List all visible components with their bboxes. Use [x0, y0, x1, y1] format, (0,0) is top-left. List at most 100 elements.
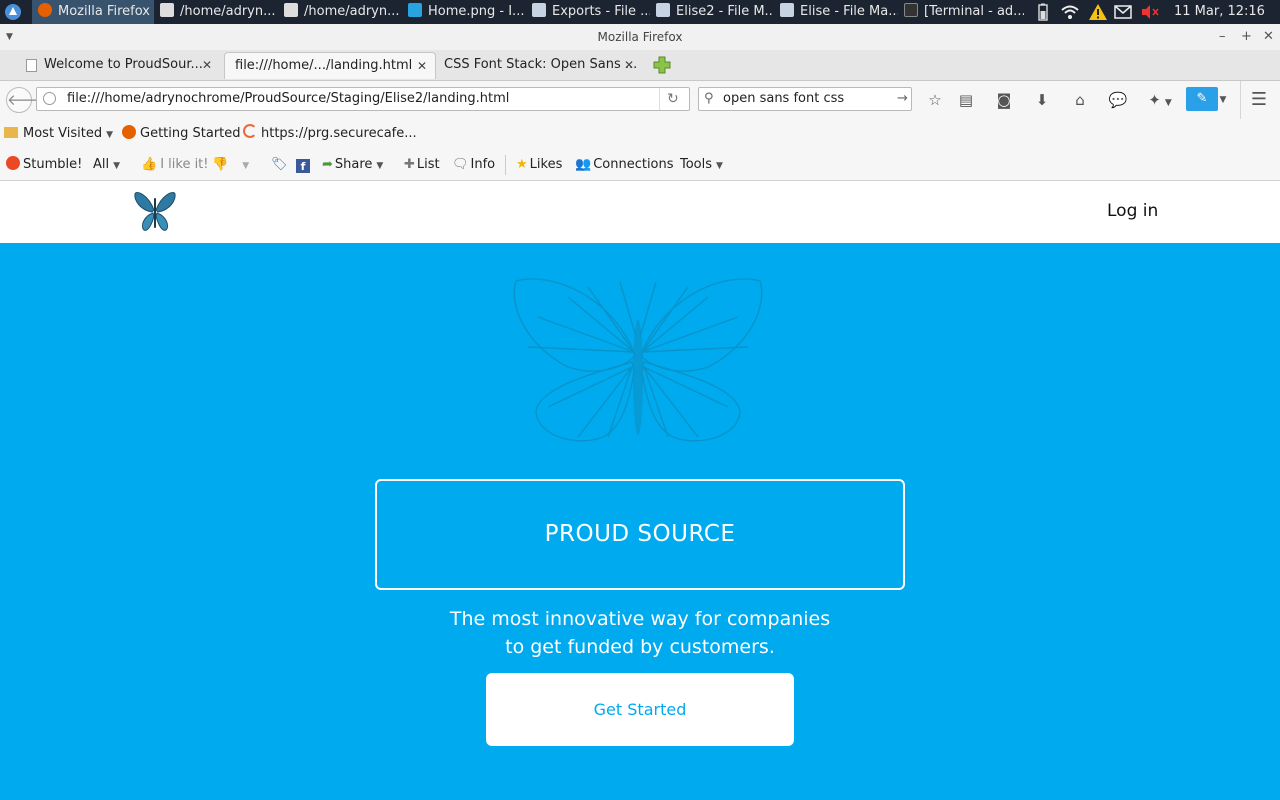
window-titlebar: ▼ Mozilla Firefox – + ✕: [0, 24, 1280, 51]
taskbar-item-editor-1[interactable]: /home/adryn...: [160, 0, 278, 24]
plus-icon: [653, 56, 671, 74]
minimize-button[interactable]: –: [1219, 24, 1226, 50]
list-button[interactable]: ✚ List: [404, 150, 440, 180]
chat-icon[interactable]: 💬: [1107, 89, 1129, 111]
reading-list-icon[interactable]: ▤: [955, 89, 977, 111]
dislike-button[interactable]: 👎 ▼: [212, 150, 249, 180]
stumble-all-dropdown[interactable]: All ▼: [93, 150, 120, 180]
tab-landing[interactable]: file:///home/.../landing.html ✕: [224, 52, 436, 79]
chevron-down-icon: ▼: [242, 161, 250, 171]
wifi-icon[interactable]: [1060, 0, 1084, 24]
warning-icon[interactable]: [1088, 0, 1110, 24]
bookmark-getting-started[interactable]: Getting Started: [122, 119, 241, 149]
taskbar-item-elise[interactable]: Elise - File Ma...: [780, 0, 898, 24]
people-icon: 👥: [575, 157, 592, 172]
firefox-icon: [122, 125, 136, 139]
stumbleupon-icon: [6, 156, 20, 170]
navigation-toolbar: 🡐 file:///home/adrynochrome/ProudSource/…: [0, 81, 1280, 119]
extension-icon[interactable]: ✦ ▼: [1143, 89, 1177, 111]
speech-bubble-icon: 🗨: [452, 157, 469, 172]
toolbar-divider: [505, 155, 506, 175]
toolbar-divider: [1240, 81, 1241, 119]
volume-muted-icon[interactable]: [1140, 0, 1162, 24]
close-tab-icon[interactable]: ✕: [202, 52, 212, 78]
butterfly-watermark-icon: [508, 277, 768, 447]
close-tab-icon[interactable]: ✕: [417, 53, 427, 79]
facebook-icon: f: [296, 159, 310, 173]
taskbar-item-terminal[interactable]: [Terminal - ad...: [904, 0, 1024, 24]
url-text[interactable]: file:///home/adrynochrome/ProudSource/St…: [67, 88, 509, 110]
loading-icon: [243, 124, 257, 138]
mail-icon[interactable]: [1114, 0, 1136, 24]
taskbar-item-exports[interactable]: Exports - File ...: [532, 0, 650, 24]
tools-dropdown[interactable]: Tools ▼: [680, 150, 723, 180]
get-started-button[interactable]: Get Started: [486, 673, 794, 746]
like-button[interactable]: 👍 I like it!: [141, 150, 209, 180]
start-menu-icon[interactable]: [4, 0, 26, 24]
back-button[interactable]: 🡐: [6, 87, 47, 113]
tagline: The most innovative way for companies to…: [380, 605, 900, 661]
folder-icon: [780, 3, 794, 17]
share-button[interactable]: ➦ Share ▼: [322, 150, 383, 180]
chevron-down-icon: ▼: [113, 161, 121, 171]
battery-icon[interactable]: [1038, 0, 1054, 24]
share-icon: ➦: [322, 157, 333, 172]
page-icon: [26, 59, 37, 72]
menu-icon[interactable]: ☰: [1248, 89, 1270, 111]
close-tab-icon[interactable]: ✕: [624, 52, 634, 78]
tab-strip: Welcome to ProudSour... ✕ file:///home/.…: [0, 50, 1280, 81]
new-tab-button[interactable]: [652, 55, 672, 75]
tagline-line-1: The most innovative way for companies: [449, 608, 831, 630]
facebook-button[interactable]: f: [296, 150, 310, 180]
window-title: Mozilla Firefox: [597, 30, 683, 44]
clock[interactable]: 11 Mar, 12:16: [1174, 0, 1274, 24]
pocket-icon[interactable]: ◙: [993, 89, 1015, 111]
globe-icon: [43, 92, 56, 105]
star-icon: ★: [516, 157, 528, 172]
thumbs-down-icon: 👎: [212, 157, 229, 172]
image-viewer-icon: [408, 3, 422, 17]
tag-icon[interactable]: 🏷: [271, 150, 288, 180]
text-editor-icon: [284, 3, 298, 17]
taskbar-item-editor-2[interactable]: /home/adryn...: [284, 0, 402, 24]
info-button[interactable]: 🗨 Info: [452, 150, 495, 180]
bookmark-star-icon[interactable]: ☆: [924, 89, 946, 111]
likes-button[interactable]: ★ Likes: [516, 150, 562, 180]
folder-icon: [656, 3, 670, 17]
chevron-down-icon: ▼: [716, 161, 723, 171]
firefox-icon: [38, 3, 52, 17]
taskbar-item-elise2[interactable]: Elise2 - File M...: [656, 0, 774, 24]
search-bar[interactable]: ⚲ open sans font css →: [698, 87, 912, 111]
butterfly-logo-icon[interactable]: [132, 188, 178, 234]
downloads-icon[interactable]: ⬇: [1031, 89, 1053, 111]
url-divider: [659, 88, 660, 110]
search-go-icon[interactable]: →: [897, 88, 908, 110]
tab-css-font-stack[interactable]: CSS Font Stack: Open Sans ... ✕: [436, 52, 642, 79]
tab-welcome[interactable]: Welcome to ProudSour... ✕: [20, 52, 220, 79]
search-input[interactable]: open sans font css: [723, 88, 844, 110]
site-header: Log in: [0, 181, 1280, 243]
chevron-down-icon: ▼: [106, 130, 114, 140]
taskbar-item-image-viewer[interactable]: Home.png - I...: [408, 0, 526, 24]
eyedropper-tool-button[interactable]: ✎: [1186, 87, 1218, 111]
tagline-line-2: to get funded by customers.: [505, 636, 775, 658]
text-editor-icon: [160, 3, 174, 17]
tool-dropdown-icon[interactable]: ▼: [1216, 89, 1230, 111]
bookmark-most-visited[interactable]: Most Visited ▼: [4, 119, 113, 149]
bookmark-folder-icon: [4, 127, 18, 138]
bookmark-securecafe[interactable]: https://prg.securecafe...: [243, 119, 417, 149]
stumble-button[interactable]: Stumble!: [6, 150, 82, 180]
url-bar[interactable]: file:///home/adrynochrome/ProudSource/St…: [36, 87, 690, 111]
connections-button[interactable]: 👥 Connections: [575, 150, 674, 180]
brand-title-box: PROUD SOURCE: [375, 479, 905, 590]
window-menu-icon[interactable]: ▼: [6, 24, 13, 50]
login-link[interactable]: Log in: [1107, 201, 1158, 221]
plus-icon: ✚: [404, 157, 415, 172]
search-icon: ⚲: [704, 91, 714, 106]
home-icon[interactable]: ⌂: [1069, 89, 1091, 111]
close-window-button[interactable]: ✕: [1263, 24, 1274, 50]
reload-icon[interactable]: ↻: [667, 88, 679, 110]
taskbar-item-firefox[interactable]: Mozilla Firefox: [32, 0, 154, 24]
folder-icon: [532, 3, 546, 17]
maximize-button[interactable]: +: [1241, 24, 1252, 50]
